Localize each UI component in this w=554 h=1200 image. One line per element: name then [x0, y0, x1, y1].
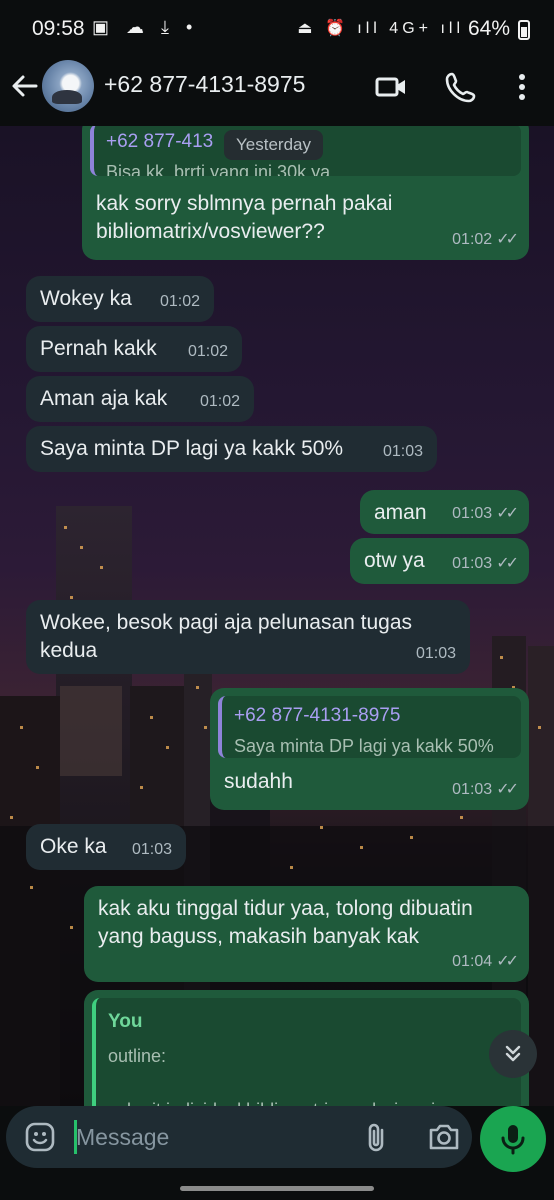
mic-icon: [501, 1125, 525, 1155]
quoted-message[interactable]: +62 877-4131-8975 Saya minta DP lagi ya …: [218, 696, 521, 758]
message-time: 01:03 ✓✓: [452, 781, 519, 798]
emoji-icon[interactable]: [24, 1121, 56, 1153]
quote-sender: +62 877-4131-8975: [234, 705, 401, 726]
notification-icons: ▣ ☁ ⤓ •: [92, 17, 199, 37]
chat-background: +62 877-413 Bisa kk, brrti yang ini 30k …: [0, 126, 554, 1106]
status-bar: 09:58 ▣ ☁ ⤓ • ⏏ ⏰ ıll 4G+ ıll 64%: [0, 0, 554, 58]
message-bubble[interactable]: Oke ka 01:03: [26, 824, 186, 870]
double-chevron-down-icon: [505, 1045, 521, 1062]
message-input[interactable]: [76, 1119, 346, 1155]
message-text: Wokee, besok pagi aja pelunasan tugas ke…: [40, 611, 413, 662]
message-time: 01:02 ✓✓: [452, 231, 519, 248]
message-bubble[interactable]: aman 01:03 ✓✓: [360, 490, 529, 534]
message-bubble[interactable]: Saya minta DP lagi ya kakk 50% 01:03: [26, 426, 437, 472]
message-bubble[interactable]: otw ya 01:03 ✓✓: [350, 538, 529, 584]
message-time: 01:02: [199, 393, 240, 410]
message-text: kak aku tinggal tidur yaa, tolong dibuat…: [98, 897, 473, 948]
message-text: Saya minta DP lagi ya kakk 50%: [40, 437, 344, 460]
message-time: 01:03 ✓✓: [452, 505, 519, 522]
message-input-container[interactable]: [6, 1106, 472, 1168]
read-ticks-icon: ✓✓: [496, 953, 519, 970]
message-bubble[interactable]: Pernah kakk 01:02: [26, 326, 242, 372]
date-separator: Yesterday: [224, 130, 323, 160]
read-ticks-icon: ✓✓: [496, 555, 519, 572]
message-bubble[interactable]: You outline: submit individual bibliomet…: [84, 990, 529, 1106]
message-time: 01:03: [131, 841, 172, 858]
message-time: 01:03: [415, 645, 456, 662]
message-time: 01:02: [187, 343, 228, 360]
quote-sender: You: [108, 1011, 143, 1032]
message-bubble[interactable]: kak aku tinggal tidur yaa, tolong dibuat…: [84, 886, 529, 982]
attach-icon[interactable]: [360, 1120, 394, 1154]
message-bubble[interactable]: Wokey ka 01:02: [26, 276, 214, 322]
status-time: 09:58: [32, 17, 85, 40]
read-ticks-icon: ✓✓: [496, 231, 519, 248]
quoted-message[interactable]: You outline: submit individual bibliomet…: [92, 998, 521, 1106]
message-bubble[interactable]: +62 877-4131-8975 Saya minta DP lagi ya …: [210, 688, 529, 810]
quote-text: outline:: [108, 1046, 167, 1066]
voice-record-button[interactable]: [480, 1106, 546, 1172]
avatar[interactable]: [42, 60, 94, 112]
quote-text: Saya minta DP lagi ya kakk 50%: [234, 736, 494, 756]
arrow-left-icon[interactable]: [8, 70, 40, 102]
message-time: 01:03 ✓✓: [452, 555, 519, 572]
contact-name[interactable]: +62 877-4131-8975: [104, 71, 305, 98]
read-ticks-icon: ✓✓: [496, 505, 519, 522]
message-bubble[interactable]: Aman aja kak 01:02: [26, 376, 254, 422]
gesture-bar: [180, 1186, 374, 1191]
battery-level: 64%: [467, 17, 510, 40]
video-call-icon[interactable]: [374, 70, 408, 104]
message-time: 01:03: [382, 443, 423, 460]
quote-text-line2: submit individual bibliometric analysis …: [96, 1070, 521, 1106]
message-bubble[interactable]: Wokee, besok pagi aja pelunasan tugas ke…: [26, 600, 470, 674]
scroll-down-button[interactable]: [489, 1030, 537, 1078]
read-ticks-icon: ✓✓: [496, 781, 519, 798]
chat-header: +62 877-4131-8975: [0, 58, 554, 126]
message-time: 01:04 ✓✓: [452, 953, 519, 970]
message-time: 01:02: [159, 293, 200, 310]
battery-icon: [518, 20, 530, 40]
signal-icons: ⏏ ⏰ ıll 4G+ ıll: [297, 20, 464, 37]
phone-icon[interactable]: [444, 70, 478, 104]
camera-icon[interactable]: [426, 1120, 462, 1154]
more-vert-icon[interactable]: [505, 70, 539, 104]
